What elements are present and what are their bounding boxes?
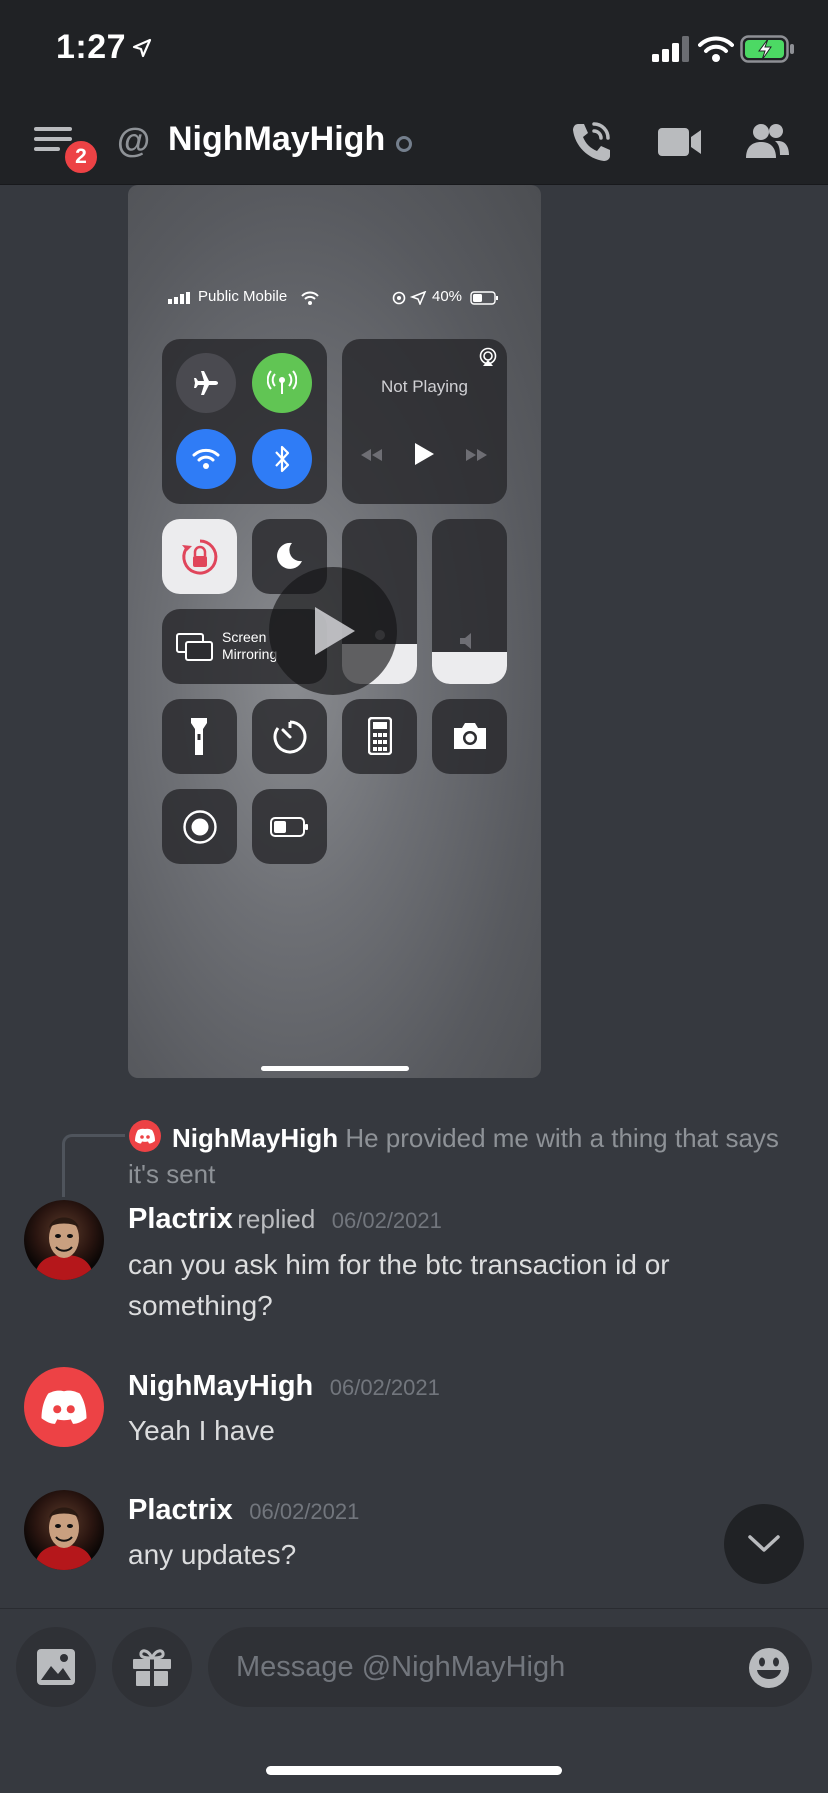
inner-home-indicator bbox=[261, 1066, 409, 1071]
inner-battery-icon bbox=[470, 291, 498, 305]
scroll-to-bottom-button[interactable] bbox=[724, 1504, 804, 1584]
menu-button[interactable]: 2 bbox=[34, 124, 104, 184]
inner-signal-icon bbox=[168, 292, 190, 304]
gift-button[interactable] bbox=[112, 1627, 192, 1707]
members-icon[interactable] bbox=[744, 122, 790, 160]
channel-header: 2 @ NighMayHigh bbox=[0, 100, 828, 185]
reply-connector bbox=[62, 1134, 125, 1197]
message-timestamp: 06/02/2021 bbox=[329, 1375, 440, 1400]
at-sign-icon: @ bbox=[117, 122, 151, 160]
low-power-mode-button[interactable] bbox=[252, 789, 327, 864]
avatar[interactable] bbox=[24, 1367, 104, 1447]
reply-avatar[interactable] bbox=[129, 1120, 161, 1152]
battery-charging-icon bbox=[740, 35, 794, 63]
moon-icon bbox=[277, 542, 302, 569]
voice-call-icon[interactable] bbox=[570, 120, 612, 164]
discord-logo-icon bbox=[135, 1128, 155, 1144]
calculator-button[interactable] bbox=[342, 699, 417, 774]
status-time: 1:27 bbox=[56, 28, 127, 66]
airplane-icon bbox=[194, 371, 218, 395]
avatar[interactable] bbox=[24, 1200, 104, 1280]
chevron-down-icon bbox=[748, 1535, 780, 1552]
home-indicator bbox=[266, 1766, 562, 1775]
camera-button[interactable] bbox=[432, 699, 507, 774]
mask-avatar-icon bbox=[34, 1507, 94, 1570]
message-header: NighMayHigh 06/02/2021 bbox=[128, 1370, 440, 1403]
message-input[interactable] bbox=[208, 1627, 812, 1707]
low-power-battery-icon bbox=[270, 817, 308, 837]
volume-slider[interactable] bbox=[432, 519, 507, 684]
reply-preview[interactable]: NighMayHigh He provided me with a thing … bbox=[172, 1120, 812, 1156]
mask-avatar-icon bbox=[34, 1217, 94, 1280]
cellular-data-button[interactable] bbox=[252, 353, 312, 413]
timer-icon bbox=[273, 720, 307, 754]
rotation-lock-button[interactable] bbox=[162, 519, 237, 594]
message-header: Plactrix 06/02/2021 bbox=[128, 1494, 359, 1527]
offline-status-icon bbox=[396, 136, 412, 152]
inner-wifi-icon bbox=[301, 291, 319, 305]
emoji-icon[interactable] bbox=[748, 1647, 790, 1689]
play-icon[interactable] bbox=[412, 441, 436, 467]
inner-carrier: Public Mobile bbox=[198, 288, 288, 305]
location-arrow-icon bbox=[132, 38, 152, 58]
image-attachment[interactable]: Public Mobile 40% Not Playing Screen Mir… bbox=[128, 185, 541, 1078]
flashlight-button[interactable] bbox=[162, 699, 237, 774]
bluetooth-icon bbox=[275, 445, 290, 473]
reply-username: NighMayHigh bbox=[172, 1123, 339, 1153]
inner-battery-percent: 40% bbox=[432, 288, 463, 305]
replied-label: replied bbox=[237, 1204, 316, 1234]
antenna-icon bbox=[267, 370, 297, 394]
fast-forward-icon[interactable] bbox=[464, 447, 490, 463]
inner-rotation-location-icon bbox=[392, 291, 427, 305]
image-icon bbox=[37, 1649, 75, 1685]
rotation-lock-icon bbox=[182, 539, 218, 575]
message-content: can you ask him for the btc transaction … bbox=[128, 1249, 670, 1321]
reply-text-continued: it's sent bbox=[128, 1159, 216, 1189]
wifi-toggle-icon bbox=[192, 448, 220, 469]
video-play-icon bbox=[315, 607, 355, 655]
message-timestamp: 06/02/2021 bbox=[249, 1499, 360, 1524]
video-call-icon[interactable] bbox=[658, 126, 702, 158]
message-content: any updates? bbox=[128, 1539, 297, 1570]
airplane-mode-button[interactable] bbox=[176, 353, 236, 413]
calculator-icon bbox=[368, 717, 392, 755]
bluetooth-toggle-button[interactable] bbox=[252, 429, 312, 489]
message-username[interactable]: NighMayHigh bbox=[128, 1370, 313, 1402]
attach-image-button[interactable] bbox=[16, 1627, 96, 1707]
message-username[interactable]: Plactrix bbox=[128, 1203, 233, 1235]
reply-text: He provided me with a thing that says bbox=[345, 1123, 779, 1153]
speaker-icon bbox=[460, 633, 471, 649]
music-tile[interactable]: Not Playing bbox=[342, 339, 507, 504]
flashlight-icon bbox=[191, 718, 207, 755]
connectivity-tile bbox=[162, 339, 327, 504]
airplay-icon bbox=[479, 347, 497, 366]
now-playing-label: Not Playing bbox=[381, 377, 468, 396]
message-header: Plactrix replied 06/02/2021 bbox=[128, 1203, 442, 1236]
wifi-toggle-button[interactable] bbox=[176, 429, 236, 489]
discord-logo-icon bbox=[41, 1390, 87, 1424]
screen-record-button[interactable] bbox=[162, 789, 237, 864]
camera-icon bbox=[454, 723, 486, 749]
cellular-signal-icon bbox=[652, 36, 689, 62]
message-timestamp: 06/02/2021 bbox=[331, 1208, 442, 1233]
wifi-icon bbox=[698, 36, 734, 62]
screen-mirroring-icon bbox=[176, 633, 213, 661]
message-content: Yeah I have bbox=[128, 1415, 275, 1446]
video-play-button[interactable] bbox=[269, 567, 397, 695]
avatar[interactable] bbox=[24, 1490, 104, 1570]
message-username[interactable]: Plactrix bbox=[128, 1494, 233, 1526]
timer-button[interactable] bbox=[252, 699, 327, 774]
channel-title[interactable]: NighMayHigh bbox=[168, 120, 385, 159]
screen-record-icon bbox=[183, 810, 217, 844]
status-bar: 1:27 bbox=[0, 0, 828, 100]
gift-icon bbox=[133, 1649, 171, 1686]
rewind-icon[interactable] bbox=[358, 447, 384, 463]
notification-badge: 2 bbox=[62, 138, 100, 176]
